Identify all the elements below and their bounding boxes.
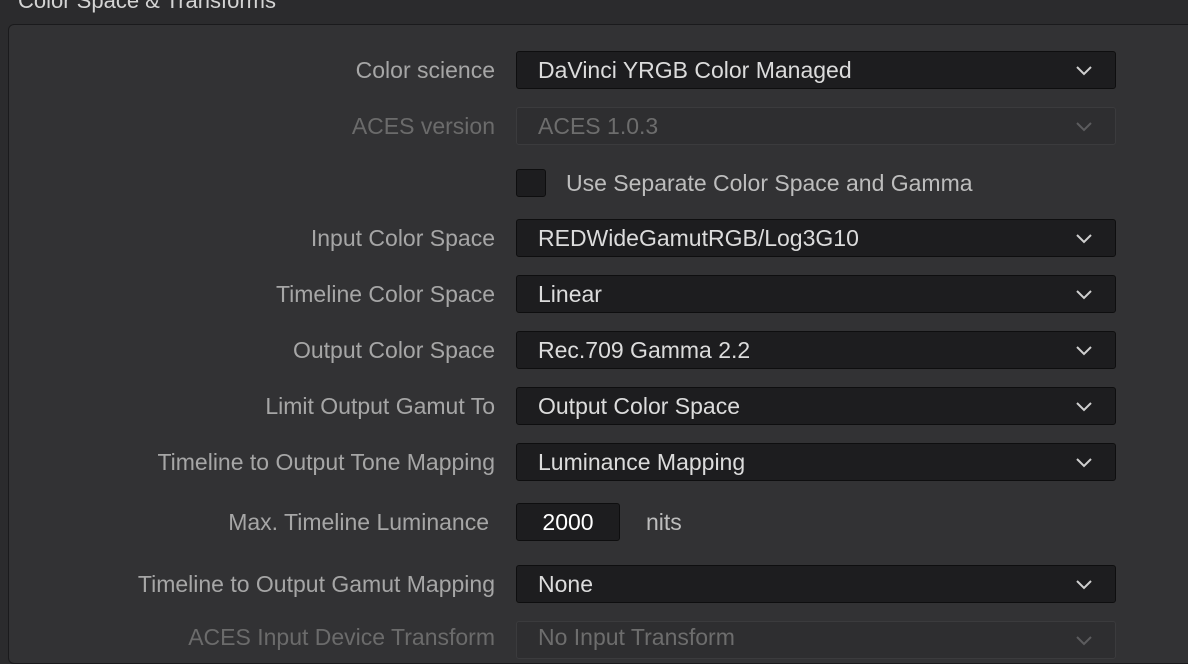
- output-color-space-label: Output Color Space: [292, 337, 495, 363]
- chevron-down-icon: [1075, 455, 1093, 469]
- input-color-space-label: Input Color Space: [310, 225, 495, 251]
- chevron-down-icon: [1075, 633, 1093, 647]
- chevron-down-icon: [1075, 63, 1093, 77]
- timeline-color-space-dropdown[interactable]: Linear: [516, 275, 1116, 313]
- timeline-color-space-value: Linear: [538, 281, 602, 307]
- output-color-space-dropdown[interactable]: Rec.709 Gamma 2.2: [516, 331, 1116, 369]
- aces-version-label: ACES version: [351, 113, 495, 139]
- limit-output-gamut-label: Limit Output Gamut To: [265, 393, 495, 419]
- tone-mapping-value: Luminance Mapping: [538, 449, 746, 475]
- chevron-down-icon: [1075, 231, 1093, 245]
- luminance-unit: nits: [646, 509, 682, 535]
- timeline-color-space-label: Timeline Color Space: [275, 281, 495, 307]
- max-luminance-input[interactable]: 2000: [516, 503, 620, 541]
- max-luminance-label: Max. Timeline Luminance: [228, 509, 489, 535]
- limit-output-gamut-value: Output Color Space: [538, 393, 741, 419]
- aces-version-value: ACES 1.0.3: [538, 113, 659, 139]
- output-color-space-value: Rec.709 Gamma 2.2: [538, 337, 751, 363]
- chevron-down-icon: [1075, 119, 1093, 133]
- separate-gamma-checkbox[interactable]: [516, 169, 546, 197]
- chevron-down-icon: [1075, 399, 1093, 413]
- color-science-value: DaVinci YRGB Color Managed: [538, 57, 852, 83]
- separate-gamma-label: Use Separate Color Space and Gamma: [566, 170, 973, 196]
- aces-version-dropdown: ACES 1.0.3: [516, 107, 1116, 145]
- gamut-mapping-label: Timeline to Output Gamut Mapping: [137, 571, 495, 597]
- input-color-space-dropdown[interactable]: REDWideGamutRGB/Log3G10: [516, 219, 1116, 257]
- tone-mapping-label: Timeline to Output Tone Mapping: [157, 449, 495, 475]
- aces-idt-dropdown: No Input Transform: [516, 621, 1116, 659]
- aces-idt-label: ACES Input Device Transform: [188, 624, 495, 650]
- chevron-down-icon: [1075, 343, 1093, 357]
- color-science-dropdown[interactable]: DaVinci YRGB Color Managed: [516, 51, 1116, 89]
- input-color-space-value: REDWideGamutRGB/Log3G10: [538, 225, 859, 251]
- gamut-mapping-dropdown[interactable]: None: [516, 565, 1116, 603]
- chevron-down-icon: [1075, 577, 1093, 591]
- gamut-mapping-value: None: [538, 571, 593, 597]
- color-science-label: Color science: [355, 57, 495, 83]
- section-title: Color Space & Transforms: [18, 0, 276, 13]
- tone-mapping-dropdown[interactable]: Luminance Mapping: [516, 443, 1116, 481]
- limit-output-gamut-dropdown[interactable]: Output Color Space: [516, 387, 1116, 425]
- chevron-down-icon: [1075, 287, 1093, 301]
